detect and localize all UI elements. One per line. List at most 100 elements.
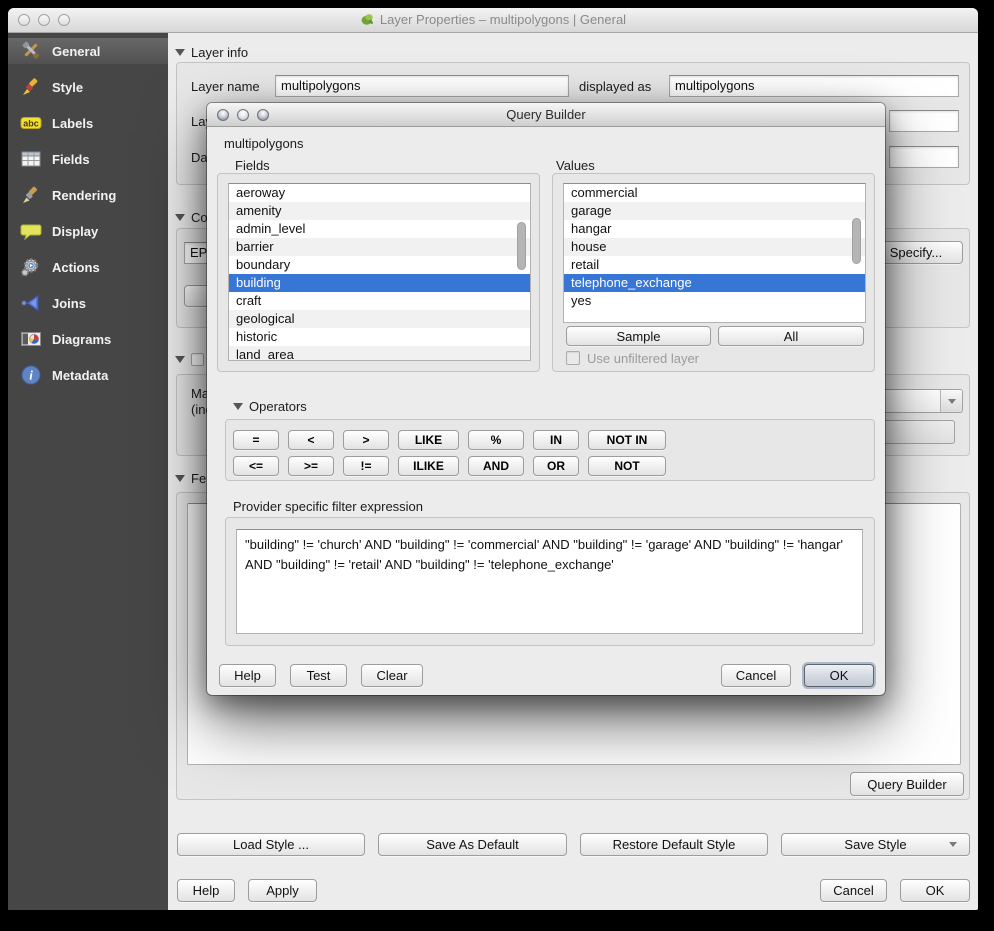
dialog-titlebar[interactable]: Query Builder	[207, 103, 885, 127]
operator-button[interactable]: AND	[468, 456, 524, 476]
svg-text:i: i	[29, 368, 33, 383]
save-as-default-button[interactable]: Save As Default	[378, 833, 567, 856]
fields-list[interactable]: aerowayamenityadmin_levelbarrierboundary…	[228, 183, 531, 361]
layer-info-header[interactable]: Layer info	[175, 45, 248, 60]
ok-button[interactable]: OK	[804, 664, 874, 687]
field-list-item[interactable]: boundary	[229, 256, 530, 274]
operators-row-2: <= >= != ILIKE AND OR NOT	[233, 456, 666, 476]
scale-visibility-header[interactable]	[175, 353, 204, 366]
field-list-item[interactable]: historic	[229, 328, 530, 346]
scale-visibility-checkbox[interactable]	[191, 353, 204, 366]
displayed-as-label: displayed as	[579, 79, 651, 94]
field-list-item[interactable]: barrier	[229, 238, 530, 256]
fields-scrollbar[interactable]	[517, 222, 526, 270]
operator-button[interactable]: NOT	[588, 456, 666, 476]
value-list-item[interactable]: house	[564, 238, 865, 256]
svg-text:abc: abc	[23, 119, 39, 129]
cancel-button[interactable]: Cancel	[820, 879, 887, 902]
sidebar-item-fields[interactable]: Fields	[8, 146, 168, 172]
field-list-item[interactable]: land_area	[229, 346, 530, 361]
operator-button[interactable]: OR	[533, 456, 579, 476]
value-list-item[interactable]: retail	[564, 256, 865, 274]
rendering-icon	[20, 184, 42, 206]
operator-button[interactable]: %	[468, 430, 524, 450]
field-list-item[interactable]: geological	[229, 310, 530, 328]
layer-name-input[interactable]: multipolygons	[275, 75, 569, 97]
value-list-item[interactable]: telephone_exchange	[564, 274, 865, 292]
operator-button[interactable]: IN	[533, 430, 579, 450]
datasource-input[interactable]	[889, 146, 959, 168]
all-button[interactable]: All	[718, 326, 864, 346]
sidebar-item-diagrams[interactable]: Diagrams	[8, 326, 168, 352]
actions-icon	[20, 256, 42, 278]
joins-icon	[20, 292, 42, 314]
feature-subset-header[interactable]: Fe	[175, 471, 206, 486]
cancel-button[interactable]: Cancel	[721, 664, 791, 687]
sidebar-item-general[interactable]: General	[8, 38, 168, 64]
window-title: Layer Properties – multipolygons | Gener…	[8, 12, 978, 30]
filter-expression-label: Provider specific filter expression	[233, 499, 423, 514]
field-list-item[interactable]: amenity	[229, 202, 530, 220]
filter-expression-textarea[interactable]: "building" != 'church' AND "building" !=…	[236, 529, 863, 634]
field-list-item[interactable]: building	[229, 274, 530, 292]
operator-button[interactable]: NOT IN	[588, 430, 666, 450]
sidebar-item-display[interactable]: Display	[8, 218, 168, 244]
value-list-item[interactable]: yes	[564, 292, 865, 310]
collapse-triangle-icon	[233, 403, 243, 410]
sidebar-item-label: Labels	[52, 116, 93, 131]
restore-default-style-button[interactable]: Restore Default Style	[580, 833, 768, 856]
tools-icon	[20, 40, 42, 62]
operator-button[interactable]: <=	[233, 456, 279, 476]
clear-button[interactable]: Clear	[361, 664, 423, 687]
test-button[interactable]: Test	[290, 664, 347, 687]
sidebar-item-label: Rendering	[52, 188, 116, 203]
sidebar-item-actions[interactable]: Actions	[8, 254, 168, 280]
values-label: Values	[556, 158, 595, 173]
ok-button[interactable]: OK	[900, 879, 970, 902]
collapse-triangle-icon	[175, 49, 185, 56]
window-titlebar[interactable]: Layer Properties – multipolygons | Gener…	[8, 8, 978, 33]
operator-button[interactable]: >=	[288, 456, 334, 476]
sidebar-item-rendering[interactable]: Rendering	[8, 182, 168, 208]
sample-button[interactable]: Sample	[566, 326, 711, 346]
operators-row-1: = < > LIKE% IN NOT IN	[233, 430, 666, 450]
value-list-item[interactable]: garage	[564, 202, 865, 220]
operator-button[interactable]: =	[233, 430, 279, 450]
operator-button[interactable]: LIKE	[398, 430, 459, 450]
value-list-item[interactable]: hangar	[564, 220, 865, 238]
save-style-button[interactable]: Save Style	[781, 833, 970, 856]
layer-name-label: Layer name	[191, 79, 260, 94]
operator-button[interactable]: >	[343, 430, 389, 450]
field-list-item[interactable]: admin_level	[229, 220, 530, 238]
field-list-item[interactable]: aeroway	[229, 184, 530, 202]
field-list-item[interactable]: craft	[229, 292, 530, 310]
sidebar-item-metadata[interactable]: iMetadata	[8, 362, 168, 388]
query-builder-button[interactable]: Query Builder	[850, 772, 964, 796]
load-style-button[interactable]: Load Style ...	[177, 833, 365, 856]
sidebar-item-label: Diagrams	[52, 332, 111, 347]
operator-button[interactable]: <	[288, 430, 334, 450]
operator-button[interactable]: ILIKE	[398, 456, 459, 476]
sidebar-item-label: Joins	[52, 296, 86, 311]
values-groupbox: commercialgaragehangarhouseretailtelepho…	[552, 173, 875, 372]
value-list-item[interactable]: commercial	[564, 184, 865, 202]
fields-groupbox: aerowayamenityadmin_levelbarrierboundary…	[217, 173, 540, 372]
values-scrollbar[interactable]	[852, 218, 861, 264]
style-icon	[20, 76, 42, 98]
operators-header[interactable]: Operators	[233, 399, 307, 414]
sidebar-item-style[interactable]: Style	[8, 74, 168, 100]
apply-button[interactable]: Apply	[248, 879, 317, 902]
datasource-name-label: multipolygons	[224, 136, 304, 151]
help-button[interactable]: Help	[177, 879, 235, 902]
operators-groupbox: = < > LIKE% IN NOT IN <= >= != ILIKE AND OR NOT	[225, 419, 875, 481]
values-list[interactable]: commercialgaragehangarhouseretailtelepho…	[563, 183, 866, 323]
sidebar-item-joins[interactable]: Joins	[8, 290, 168, 316]
help-button[interactable]: Help	[219, 664, 276, 687]
layer-source-input[interactable]	[889, 110, 959, 132]
crs-header[interactable]: Co	[175, 210, 208, 225]
qgis-icon	[360, 12, 375, 27]
displayed-as-input[interactable]: multipolygons	[669, 75, 959, 97]
use-unfiltered-checkbox[interactable]	[566, 351, 580, 365]
operator-button[interactable]: !=	[343, 456, 389, 476]
sidebar-item-labels[interactable]: abc Labels	[8, 110, 168, 136]
